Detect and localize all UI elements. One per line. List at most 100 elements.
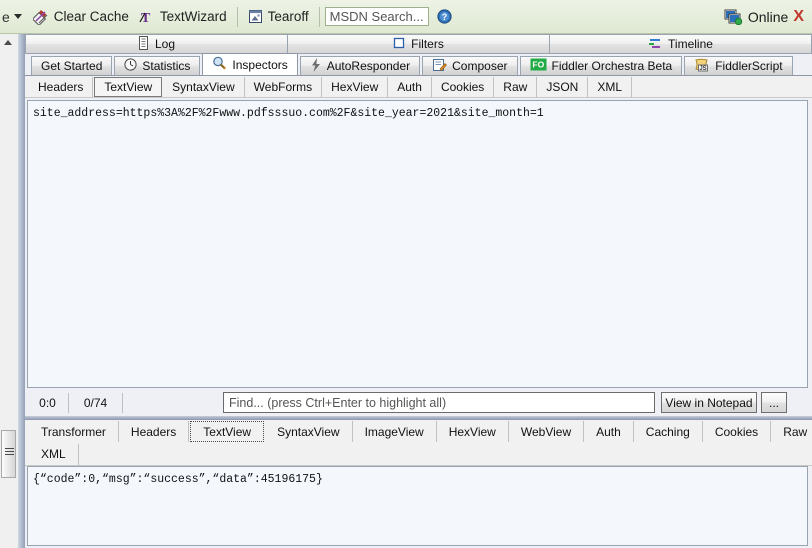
view-in-notepad-button[interactable]: View in Notepad [661,392,757,413]
tab-autoresponder[interactable]: AutoResponder [299,56,421,75]
tab-fiddlerscript[interactable]: JS FiddlerScript [684,56,793,75]
main-toolbar: e Clear Cache T TextWizard Tearoff MSDN … [0,0,812,34]
response-tab-imageview[interactable]: ImageView [353,421,437,442]
response-tab-hexview-label: HexView [448,424,496,439]
orchestra-icon: FO [530,58,547,74]
response-body-textarea[interactable]: {“code”:0,“msg”:“success”,“data”:4519617… [27,466,808,546]
tab-log-label: Log [154,37,176,51]
tearoff-icon [248,9,264,24]
request-tab-syntaxview-label: SyntaxView [172,79,235,94]
response-tab-auth[interactable]: Auth [584,421,634,442]
tab-timeline[interactable]: Timeline [550,34,812,54]
tab-fiddlerscript-label: FiddlerScript [715,59,783,73]
response-tab-webview[interactable]: WebView [509,421,585,442]
chevron-down-icon[interactable] [13,14,22,19]
tab-autoresponder-label: AutoResponder [326,59,411,73]
toolbar-separator-1 [236,6,238,27]
scrollbar-thumb[interactable] [1,430,16,478]
response-tab-auth-label: Auth [596,424,621,439]
request-tab-webforms[interactable]: WebForms [245,76,323,97]
request-tab-headers[interactable]: Headers [29,76,94,97]
response-tab-headers[interactable]: Headers [119,421,190,442]
composer-icon [432,58,448,75]
response-tab-cookies[interactable]: Cookies [703,421,772,442]
response-tab-caching-label: Caching [645,424,690,439]
selection-count-indicator: 0/74 [69,393,123,413]
tab-inspectors-label: Inspectors [232,57,288,72]
inspectors-icon [212,56,227,73]
request-tab-webforms-label: WebForms [253,79,313,94]
help-icon[interactable]: ? [437,9,452,24]
fiddler-window: e Clear Cache T TextWizard Tearoff MSDN … [0,0,812,548]
top-tab-strip: Log Filters Timeline [25,34,812,54]
request-tab-textview[interactable]: TextView [94,76,163,97]
tab-timeline-label: Timeline [668,37,713,51]
tab-fiddler-orchestra-beta[interactable]: FO Fiddler Orchestra Beta [519,56,683,75]
response-tab-transformer-label: Transformer [41,424,106,439]
request-tab-raw[interactable]: Raw [494,76,538,97]
request-tab-textview-label: TextView [104,79,153,94]
tearoff-button[interactable]: Tearoff [243,7,314,26]
tab-get-started[interactable]: Get Started [31,56,113,75]
tab-log[interactable]: Log [25,34,288,54]
svg-text:JS: JS [700,65,707,71]
clear-cache-label: Clear Cache [53,9,129,24]
request-tab-cookies[interactable]: Cookies [432,76,495,97]
more-options-button[interactable]: ... [761,392,787,413]
response-tab-webview-label: WebView [520,424,572,439]
tab-inspectors[interactable]: Inspectors [202,53,298,75]
request-tab-auth[interactable]: Auth [388,76,432,97]
autoresponder-icon [310,57,322,75]
main-tab-strip: Get Started Statistics Inspectors AutoRe… [25,53,812,76]
request-tab-cookies-label: Cookies [440,79,485,94]
response-tab-caching[interactable]: Caching [634,421,703,442]
response-tab-xml[interactable]: XML [29,443,79,465]
request-tab-json[interactable]: JSON [537,76,589,97]
msdn-search-input[interactable]: MSDN Search... [324,7,429,26]
clear-cache-button[interactable]: Clear Cache [28,7,134,27]
toolbar-separator-2 [318,6,320,27]
response-body-text: {“code”:0,“msg”:“success”,“data”:4519617… [33,473,323,486]
request-tab-json-label: JSON [546,79,579,94]
request-body-textarea[interactable]: site_address=https%3A%2F%2Fwww.pdfsssuo.… [27,100,808,388]
tab-statistics[interactable]: Statistics [114,56,201,75]
response-tab-hexview[interactable]: HexView [437,421,509,442]
response-tab-syntaxview-label: SyntaxView [277,424,340,439]
tab-composer-label: Composer [452,59,508,73]
toolbar-right-group: Online X [724,8,812,25]
response-tab-raw[interactable]: Raw [771,421,812,442]
request-inspector-tab-strip: Headers TextView SyntaxView WebForms Hex… [25,76,812,98]
session-list-scrollbar[interactable] [0,34,19,548]
filters-icon [393,37,405,52]
svg-text:?: ? [441,12,447,22]
tab-statistics-label: Statistics [142,59,191,73]
request-find-bar: 0:0 0/74 Find... (press Ctrl+Enter to hi… [27,390,808,416]
request-tab-raw-label: Raw [503,79,528,94]
vertical-divider [18,34,25,548]
response-tab-syntaxview[interactable]: SyntaxView [265,421,353,442]
request-tab-headers-label: Headers [38,79,84,94]
statistics-icon [124,58,137,74]
response-tab-headers-label: Headers [130,424,177,439]
close-icon[interactable]: X [793,8,804,25]
timeline-icon [648,37,662,52]
text-wizard-label: TextWizard [159,9,227,24]
response-tab-textview[interactable]: TextView [190,421,265,442]
online-icon [724,9,743,25]
response-tab-transformer[interactable]: Transformer [29,421,119,442]
request-tab-xml[interactable]: XML [588,76,633,97]
response-inspector-tab-strip-row1: Transformer Headers TextView SyntaxView … [25,420,812,443]
text-wizard-icon: T [139,9,156,26]
request-tab-syntaxview[interactable]: SyntaxView [163,76,245,97]
tab-composer[interactable]: Composer [422,56,518,75]
find-input[interactable]: Find... (press Ctrl+Enter to highlight a… [223,392,655,413]
tab-filters[interactable]: Filters [288,34,550,54]
tab-filters-label: Filters [411,37,444,51]
text-wizard-button[interactable]: T TextWizard [134,7,232,27]
tab-fiddler-orchestra-label: Fiddler Orchestra Beta [551,59,673,73]
inspectors-panel: Log Filters Timeline Get Started Statist… [25,34,812,548]
request-tab-hexview[interactable]: HexView [322,76,389,97]
scroll-up-arrow-icon[interactable] [0,34,17,50]
fiddlerscript-icon: JS [694,58,710,75]
online-status-label: Online [747,8,789,25]
